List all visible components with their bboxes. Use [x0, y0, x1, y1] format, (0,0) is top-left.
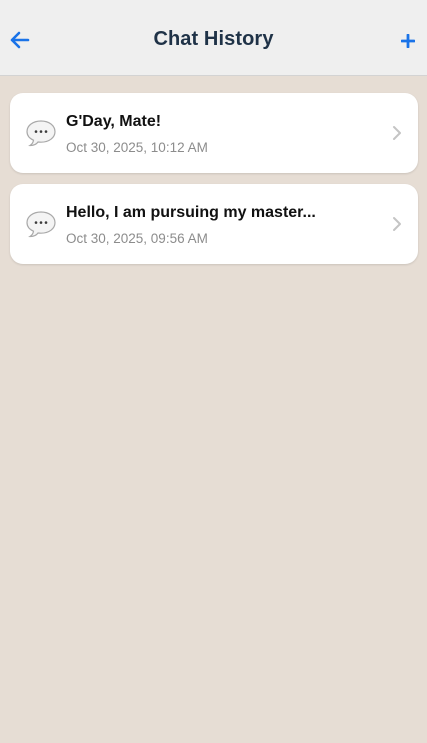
chevron-right-icon [393, 217, 401, 231]
chevron-right-icon [393, 126, 401, 140]
speech-bubble-icon [26, 120, 56, 147]
chat-date: Oct 30, 2025, 09:56 AM [66, 231, 208, 246]
speech-bubble-icon [26, 211, 56, 238]
chat-date: Oct 30, 2025, 10:12 AM [66, 140, 208, 155]
chat-title: G'Day, Mate! [66, 113, 162, 130]
chat-item[interactable]: Hello, I am pursuing my master... Oct 30… [10, 184, 418, 264]
chat-list: G'Day, Mate! Oct 30, 2025, 10:12 AM Hell… [10, 93, 418, 275]
chat-item[interactable]: G'Day, Mate! Oct 30, 2025, 10:12 AM [10, 93, 418, 173]
header: Chat History [0, 0, 427, 76]
plus-icon [401, 34, 415, 48]
add-chat-button[interactable] [395, 24, 421, 58]
page-title: Chat History [153, 28, 274, 50]
chat-title: Hello, I am pursuing my master... [66, 204, 316, 221]
